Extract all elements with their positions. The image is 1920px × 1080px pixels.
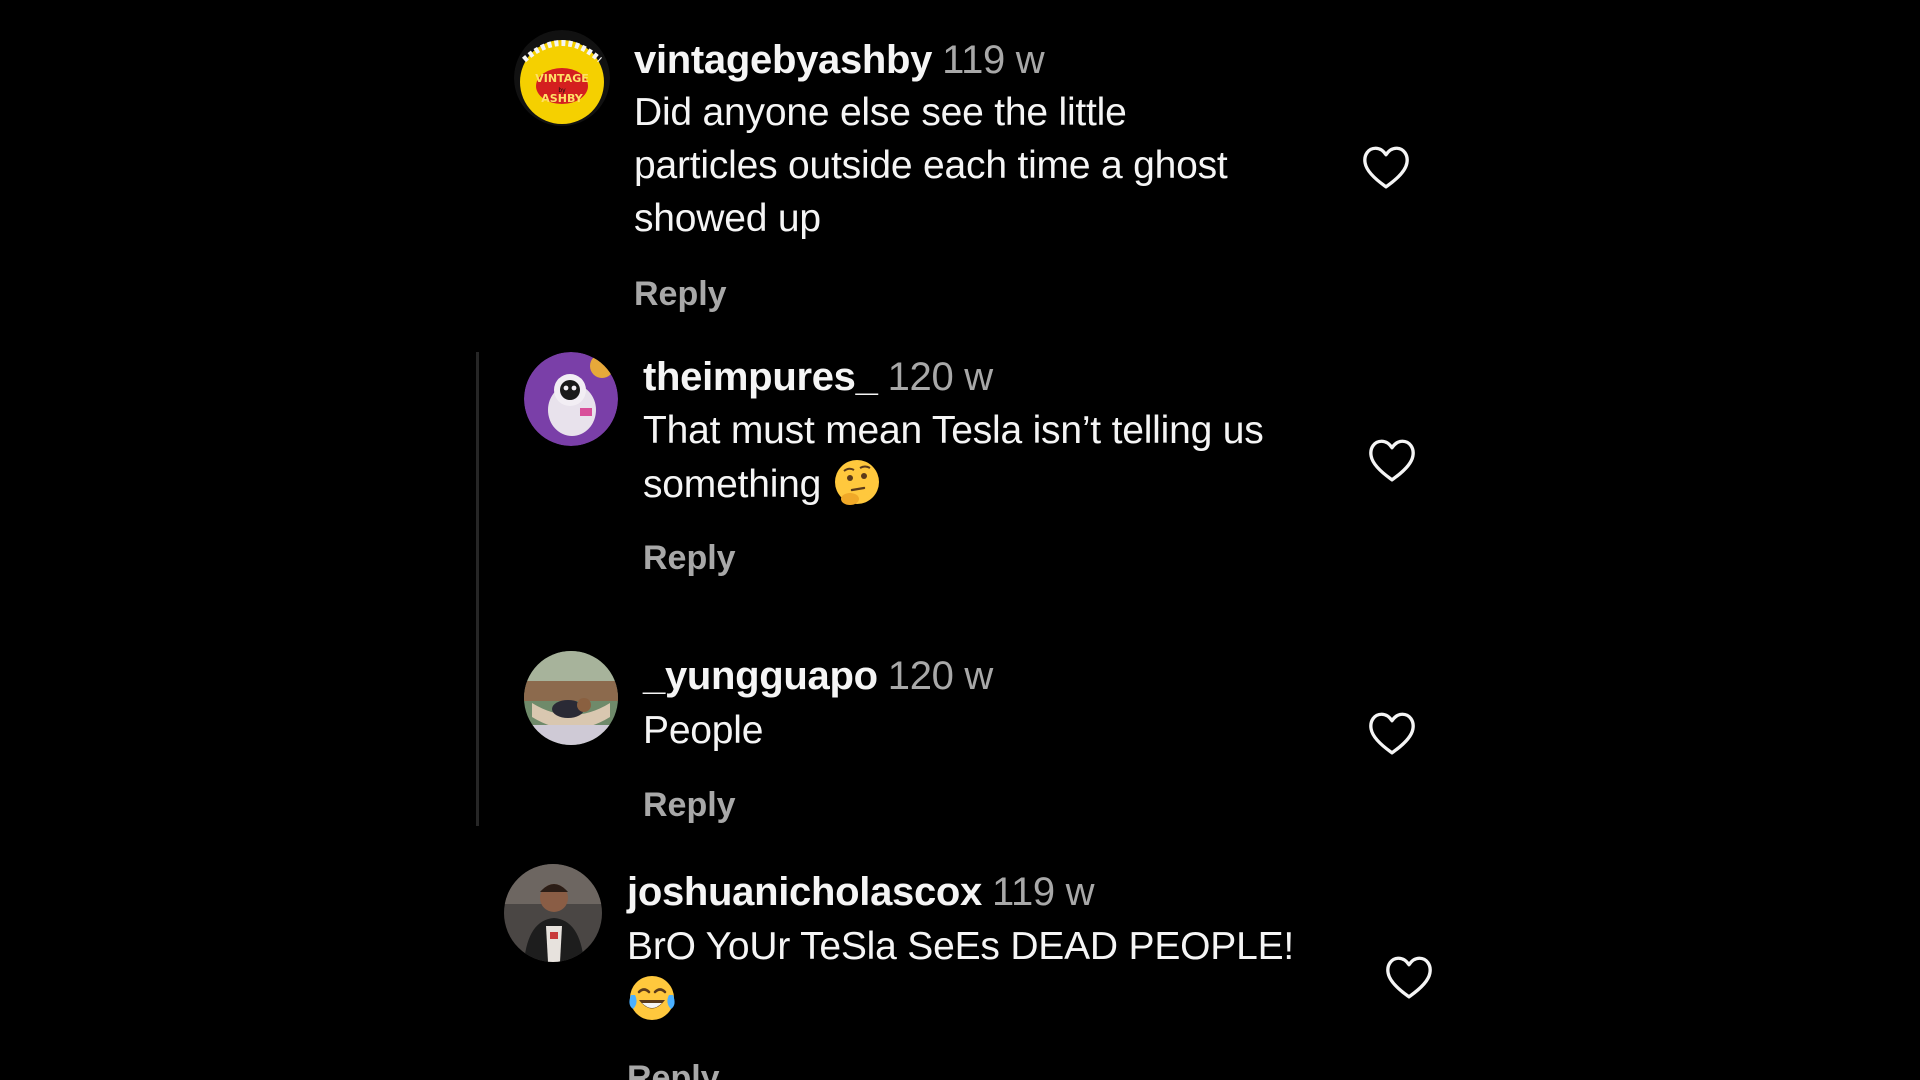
comment-header: joshuanicholascox 119 w — [627, 868, 1095, 916]
comment-text: That must mean Tesla isn’t telling us so… — [643, 404, 1363, 511]
reply-button[interactable]: Reply — [627, 1058, 720, 1080]
reply-button[interactable]: Reply — [643, 785, 736, 825]
username[interactable]: theimpures_ — [643, 355, 878, 399]
avatar[interactable] — [504, 864, 602, 962]
username[interactable]: vintagebyashby — [634, 38, 932, 82]
comment-text-line: Did anyone else see the little — [634, 91, 1127, 134]
heart-outline-icon[interactable] — [1361, 144, 1411, 190]
timestamp[interactable]: 119 w — [992, 870, 1095, 914]
thinking-face-emoji — [832, 457, 882, 507]
comment-text-line: That must mean Tesla isn’t telling us — [643, 409, 1264, 452]
svg-text:ASHBY: ASHBY — [541, 92, 583, 105]
heart-outline-icon[interactable] — [1367, 710, 1417, 756]
comment-text-line: particles outside each time a ghost — [634, 144, 1228, 187]
comment-text-line: showed up — [634, 197, 821, 240]
timestamp[interactable]: 120 w — [888, 355, 994, 399]
comment-text-line: People — [643, 709, 764, 752]
comment-text: BrO YoUr TeSla SeEs DEAD PEOPLE! — [627, 920, 1367, 1027]
comment-text-line: BrO YoUr TeSla SeEs DEAD PEOPLE! — [627, 925, 1295, 968]
avatar[interactable] — [524, 352, 618, 446]
avatar[interactable]: VINTAGE by ASHBY — [514, 30, 610, 126]
comments-screen: VINTAGE by ASHBY vintagebyashby 119 w Did… — [0, 0, 1920, 1080]
comment-text-line: something — [643, 457, 1363, 511]
avatar[interactable] — [524, 651, 618, 745]
avatar-logo-text: VINTAGE — [535, 72, 589, 85]
timestamp[interactable]: 119 w — [942, 38, 1045, 82]
timestamp[interactable]: 120 w — [888, 654, 994, 698]
reply-button[interactable]: Reply — [634, 274, 727, 314]
comment-header: _yungguapo 120 w — [643, 652, 993, 700]
reply-button[interactable]: Reply — [643, 538, 736, 578]
comment-text: People — [643, 704, 1363, 757]
comment-header: theimpures_ 120 w — [643, 353, 993, 401]
comment-header: vintagebyashby 119 w — [634, 36, 1045, 84]
comment-text-line — [627, 973, 1367, 1027]
username[interactable]: joshuanicholascox — [627, 870, 982, 914]
heart-outline-icon[interactable] — [1367, 437, 1417, 483]
comment-text: Did anyone else see the little particles… — [634, 86, 1334, 245]
face-with-tears-of-joy-emoji — [627, 973, 677, 1023]
username[interactable]: _yungguapo — [643, 654, 878, 698]
comment-text-fragment: something — [643, 463, 822, 506]
heart-outline-icon[interactable] — [1384, 954, 1434, 1000]
reply-thread-line — [476, 352, 479, 826]
